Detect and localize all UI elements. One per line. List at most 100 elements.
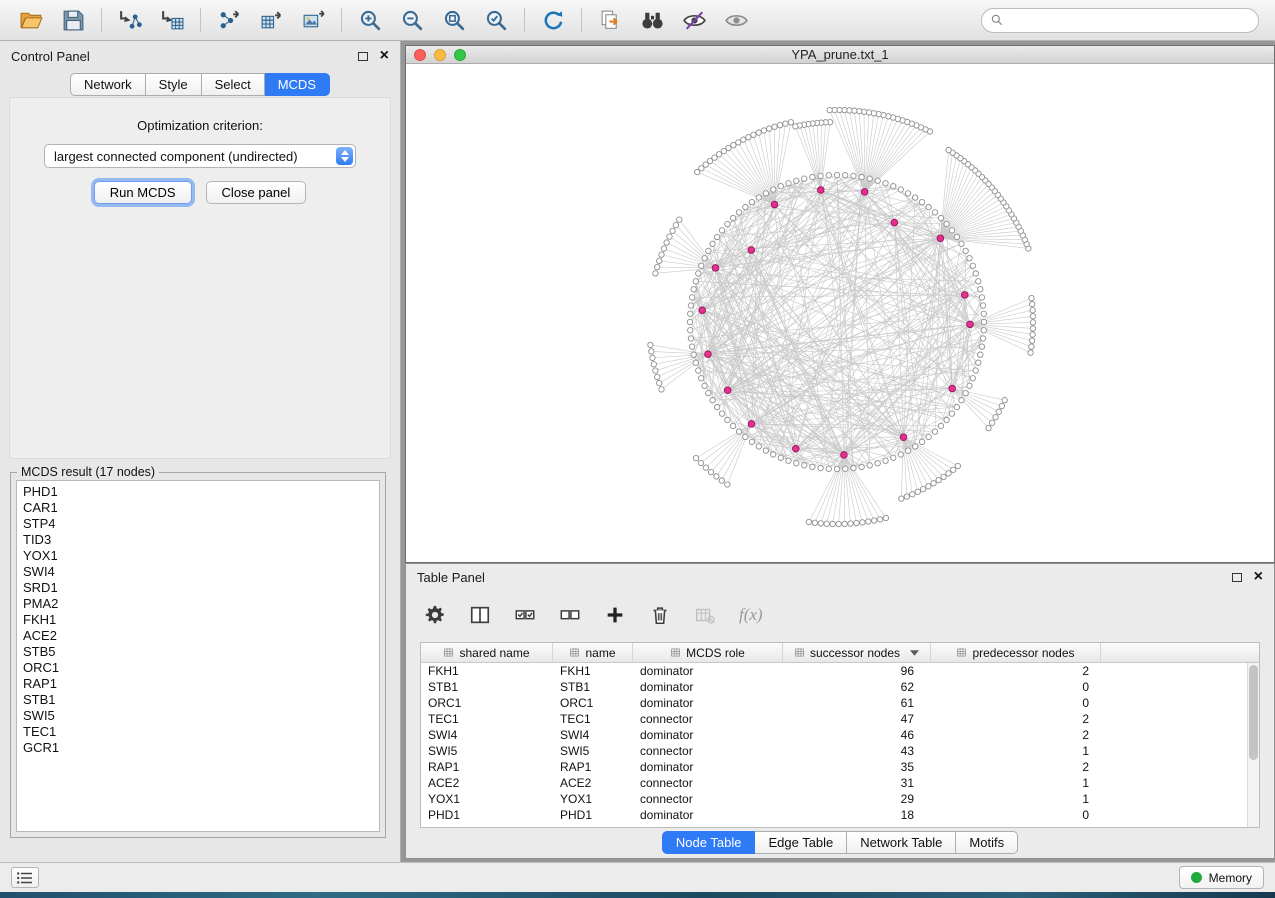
scrollbar-thumb[interactable] bbox=[1249, 665, 1258, 760]
node-table-header: shared namenameMCDS rolesuccessor nodesp… bbox=[421, 643, 1259, 663]
close-panel-icon[interactable] bbox=[1254, 572, 1263, 582]
open-folder-icon[interactable] bbox=[13, 5, 49, 35]
zoom-selected-icon[interactable] bbox=[478, 5, 514, 35]
table-cell: TEC1 bbox=[421, 711, 553, 727]
tab-select[interactable]: Select bbox=[202, 73, 265, 96]
search-input[interactable] bbox=[1010, 13, 1250, 27]
toolbar-separator bbox=[341, 8, 342, 32]
memory-button[interactable]: Memory bbox=[1179, 866, 1264, 889]
result-item[interactable]: GCR1 bbox=[17, 740, 379, 756]
result-item[interactable]: ACE2 bbox=[17, 628, 379, 644]
network-view-window: YPA_prune.txt_1 bbox=[405, 45, 1275, 563]
save-icon[interactable] bbox=[55, 5, 91, 35]
tab-edge-table[interactable]: Edge Table bbox=[755, 831, 847, 854]
mcds-result-list[interactable]: PHD1CAR1STP4TID3YOX1SWI4SRD1PMA2FKH1ACE2… bbox=[16, 480, 380, 832]
table-row[interactable]: SWI5SWI5connector431 bbox=[421, 743, 1259, 759]
zoom-in-icon[interactable] bbox=[352, 5, 388, 35]
table-row[interactable]: TEC1TEC1connector472 bbox=[421, 711, 1259, 727]
table-cell: 2 bbox=[931, 663, 1101, 679]
tab-motifs[interactable]: Motifs bbox=[956, 831, 1018, 854]
column-header-name[interactable]: name bbox=[553, 643, 633, 662]
column-header-shared-name[interactable]: shared name bbox=[421, 643, 553, 662]
table-cell: dominator bbox=[633, 807, 783, 823]
import-network-icon[interactable] bbox=[112, 5, 148, 35]
network-canvas[interactable] bbox=[406, 64, 1274, 562]
table-cell: STB1 bbox=[421, 679, 553, 695]
table-row[interactable]: ACE2ACE2connector311 bbox=[421, 775, 1259, 791]
tab-style[interactable]: Style bbox=[146, 73, 202, 96]
delete-row-icon[interactable] bbox=[649, 604, 671, 626]
tab-mcds[interactable]: MCDS bbox=[265, 73, 330, 96]
table-scrollbar[interactable] bbox=[1247, 663, 1259, 827]
result-item[interactable]: SRD1 bbox=[17, 580, 379, 596]
zoom-fit-icon[interactable] bbox=[436, 5, 472, 35]
result-item[interactable]: CAR1 bbox=[17, 500, 379, 516]
export-network-icon[interactable] bbox=[211, 5, 247, 35]
column-header-predecessor-nodes[interactable]: predecessor nodes bbox=[931, 643, 1101, 662]
table-row[interactable]: ORC1ORC1dominator610 bbox=[421, 695, 1259, 711]
table-cell: 0 bbox=[931, 679, 1101, 695]
table-row[interactable]: PHD1PHD1dominator180 bbox=[421, 807, 1259, 823]
result-item[interactable]: STB1 bbox=[17, 692, 379, 708]
show-columns-icon[interactable] bbox=[469, 604, 491, 626]
result-item[interactable]: STP4 bbox=[17, 516, 379, 532]
window-minimize-icon[interactable] bbox=[434, 49, 446, 61]
close-panel-button[interactable]: Close panel bbox=[206, 181, 307, 204]
column-header-MCDS-role[interactable]: MCDS role bbox=[633, 643, 783, 662]
toolbar-separator bbox=[200, 8, 201, 32]
node-table: shared namenameMCDS rolesuccessor nodesp… bbox=[420, 642, 1260, 828]
result-item[interactable]: TEC1 bbox=[17, 724, 379, 740]
column-header-successor-nodes[interactable]: successor nodes bbox=[783, 643, 931, 662]
column-header-filler bbox=[1101, 643, 1259, 662]
window-close-icon[interactable] bbox=[414, 49, 426, 61]
table-row[interactable]: FKH1FKH1dominator962 bbox=[421, 663, 1259, 679]
search-network-icon[interactable] bbox=[634, 5, 670, 35]
show-selection-eye-icon[interactable] bbox=[718, 5, 754, 35]
table-row[interactable]: RAP1RAP1dominator352 bbox=[421, 759, 1259, 775]
hide-selection-eye-icon[interactable] bbox=[676, 5, 712, 35]
select-all-icon[interactable] bbox=[514, 604, 536, 626]
network-search-field[interactable] bbox=[981, 8, 1259, 33]
table-cell: SWI5 bbox=[421, 743, 553, 759]
status-menu-button[interactable] bbox=[11, 867, 39, 888]
table-row[interactable]: STB1STB1dominator620 bbox=[421, 679, 1259, 695]
result-item[interactable]: YOX1 bbox=[17, 548, 379, 564]
table-cell: 61 bbox=[783, 695, 931, 711]
table-cell: connector bbox=[633, 743, 783, 759]
table-cell: connector bbox=[633, 711, 783, 727]
result-item[interactable]: SWI4 bbox=[17, 564, 379, 580]
result-item[interactable]: FKH1 bbox=[17, 612, 379, 628]
run-mcds-button[interactable]: Run MCDS bbox=[94, 181, 192, 204]
close-panel-icon[interactable] bbox=[380, 51, 389, 61]
export-image-icon[interactable] bbox=[295, 5, 331, 35]
result-item[interactable]: PHD1 bbox=[17, 484, 379, 500]
window-zoom-icon[interactable] bbox=[454, 49, 466, 61]
tab-network[interactable]: Network bbox=[70, 73, 146, 96]
result-item[interactable]: RAP1 bbox=[17, 676, 379, 692]
tab-node-table[interactable]: Node Table bbox=[662, 831, 756, 854]
sort-caret-icon[interactable] bbox=[910, 650, 919, 656]
table-cell: FKH1 bbox=[421, 663, 553, 679]
table-row[interactable]: YOX1YOX1connector291 bbox=[421, 791, 1259, 807]
import-table-icon[interactable] bbox=[154, 5, 190, 35]
memory-label: Memory bbox=[1209, 871, 1252, 885]
export-table-icon[interactable] bbox=[253, 5, 289, 35]
refresh-icon[interactable] bbox=[535, 5, 571, 35]
settings-gear-icon[interactable] bbox=[424, 604, 446, 626]
result-item[interactable]: STB5 bbox=[17, 644, 379, 660]
clone-network-icon[interactable] bbox=[592, 5, 628, 35]
optimization-criterion-select[interactable]: largest connected component (undirected) bbox=[44, 144, 356, 168]
add-row-icon[interactable] bbox=[604, 604, 626, 626]
float-panel-icon[interactable] bbox=[1232, 573, 1242, 582]
table-cell: dominator bbox=[633, 663, 783, 679]
float-panel-icon[interactable] bbox=[358, 52, 368, 61]
zoom-out-icon[interactable] bbox=[394, 5, 430, 35]
network-window-titlebar[interactable]: YPA_prune.txt_1 bbox=[406, 46, 1274, 64]
deselect-all-icon[interactable] bbox=[559, 604, 581, 626]
result-item[interactable]: PMA2 bbox=[17, 596, 379, 612]
result-item[interactable]: SWI5 bbox=[17, 708, 379, 724]
table-row[interactable]: SWI4SWI4dominator462 bbox=[421, 727, 1259, 743]
result-item[interactable]: ORC1 bbox=[17, 660, 379, 676]
tab-network-table[interactable]: Network Table bbox=[847, 831, 956, 854]
result-item[interactable]: TID3 bbox=[17, 532, 379, 548]
